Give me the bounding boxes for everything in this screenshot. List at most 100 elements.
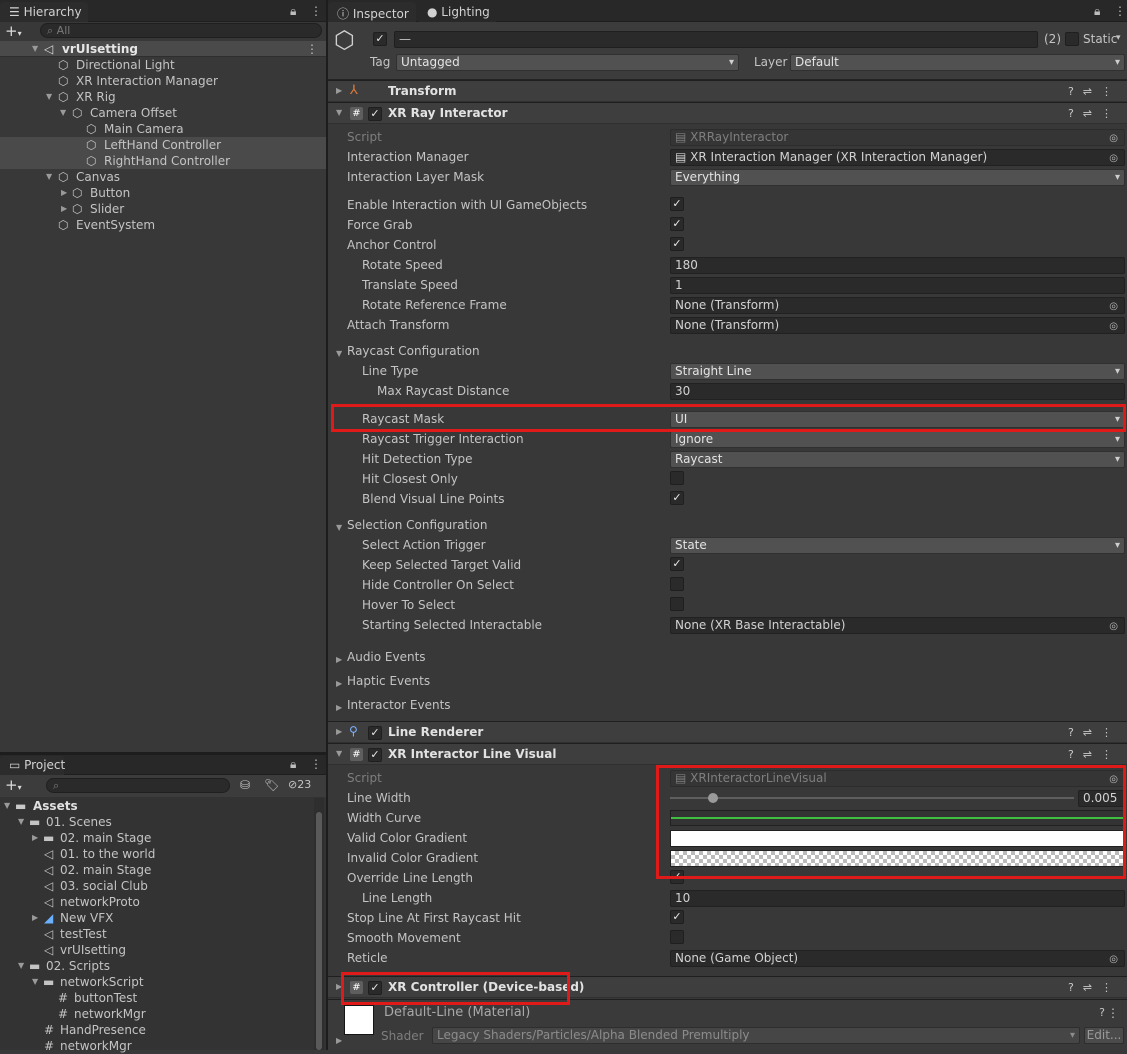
expand-icon[interactable]: ▼ <box>18 958 24 974</box>
section-foldout[interactable]: Raycast Configuration <box>347 344 480 358</box>
expand-icon[interactable]: ▼ <box>46 89 52 105</box>
scene-row[interactable]: ▼ ◁ vrUIsetting ⋮ <box>0 41 326 57</box>
hide-controller-checkbox[interactable] <box>670 577 684 591</box>
collapse-icon[interactable]: ▶ <box>32 830 38 846</box>
rotate-reference-frame-field[interactable]: None (Transform) ◎ <box>670 297 1125 314</box>
hierarchy-search-input[interactable]: ⌕ All <box>40 23 322 38</box>
edit-shader-button[interactable]: Edit... <box>1084 1027 1124 1044</box>
list-item[interactable]: ◁ 02. main Stage <box>0 862 314 878</box>
keep-selected-checkbox[interactable]: ✓ <box>670 557 684 571</box>
list-item[interactable]: ⬡ Directional Light <box>0 57 326 73</box>
expand-icon[interactable]: ▼ <box>336 108 342 117</box>
hit-closest-checkbox[interactable] <box>670 471 684 485</box>
transform-component-header[interactable]: ▶ ⅄ Transform ?⇌⋮ <box>328 80 1127 102</box>
collapse-icon[interactable]: ▶ <box>32 910 38 926</box>
list-item[interactable]: ▼ ▬ 02. Scripts <box>0 958 314 974</box>
list-item[interactable]: ◁ testTest <box>0 926 314 942</box>
object-active-checkbox[interactable]: ✓ <box>373 32 387 46</box>
component-enabled-checkbox[interactable]: ✓ <box>368 107 382 121</box>
shader-dropdown[interactable]: Legacy Shaders/Particles/Alpha Blended P… <box>432 1027 1080 1044</box>
tab-project[interactable]: ▭ Project <box>0 756 65 775</box>
enable-ui-checkbox[interactable]: ✓ <box>670 197 684 211</box>
add-icon[interactable]: +▾ <box>5 22 22 40</box>
collapse-icon[interactable]: ▶ <box>336 679 342 688</box>
more-icon[interactable]: ⋮ <box>1107 1006 1119 1020</box>
list-item[interactable]: ▶ ◢ New VFX <box>0 910 314 926</box>
component-icons[interactable]: ?⇌⋮ <box>1068 981 1121 994</box>
reticle-field[interactable]: None (Game Object) ◎ <box>670 950 1125 967</box>
line-renderer-component-header[interactable]: ▶ ⚲ ✓ Line Renderer ?⇌⋮ <box>328 721 1127 743</box>
tab-inspector[interactable]: ⓘ Inspector <box>328 2 416 22</box>
line-length-input[interactable]: 10 <box>670 890 1125 907</box>
interaction-manager-field[interactable]: ▤ XR Interaction Manager (XR Interaction… <box>670 149 1125 166</box>
rotate-speed-input[interactable]: 180 <box>670 257 1125 274</box>
object-name-field[interactable]: — <box>394 31 1038 48</box>
hidden-packages-icon[interactable]: ⊘23 <box>288 778 311 791</box>
collapse-icon[interactable]: ▶ <box>336 703 342 712</box>
attach-transform-field[interactable]: None (Transform) ◎ <box>670 317 1125 334</box>
scene-menu-icon[interactable]: ⋮ <box>306 41 318 57</box>
material-preview[interactable] <box>344 1005 374 1035</box>
component-enabled-checkbox[interactable]: ✓ <box>368 748 382 762</box>
object-picker-icon[interactable]: ◎ <box>1109 319 1118 334</box>
blend-line-checkbox[interactable]: ✓ <box>670 491 684 505</box>
list-item[interactable]: ▶ ▬ 02. main Stage <box>0 830 314 846</box>
list-item[interactable]: # networkMgr <box>0 1006 314 1022</box>
expand-icon[interactable]: ▼ <box>18 814 24 830</box>
list-item[interactable]: # networkMgr <box>0 1038 314 1054</box>
gameobject-cube-icon[interactable]: ⬡ <box>334 26 355 54</box>
script-field[interactable]: ▤ XRRayInteractor ◎ <box>670 129 1125 146</box>
list-item[interactable]: ◁ networkProto <box>0 894 314 910</box>
line-visual-component-header[interactable]: ▼ # ✓ XR Interactor Line Visual ?⇌⋮ <box>328 743 1127 765</box>
translate-speed-input[interactable]: 1 <box>670 277 1125 294</box>
object-picker-icon[interactable]: ◎ <box>1109 299 1118 314</box>
list-item[interactable]: ⬡ Main Camera <box>0 121 326 137</box>
component-icons[interactable]: ?⇌⋮ <box>1068 107 1121 120</box>
collapse-icon[interactable]: ▶ <box>336 727 342 736</box>
list-item[interactable]: # HandPresence <box>0 1022 314 1038</box>
static-dropdown-icon[interactable]: ▾ <box>1116 33 1121 43</box>
tag-icon[interactable]: 🏷︎ <box>264 778 279 792</box>
stop-line-checkbox[interactable]: ✓ <box>670 910 684 924</box>
hit-detection-dropdown[interactable]: Raycast <box>670 451 1125 468</box>
section-foldout[interactable]: Haptic Events <box>347 674 430 688</box>
object-picker-icon[interactable]: ◎ <box>1109 952 1118 967</box>
more-icon[interactable]: ⋮ <box>310 4 322 18</box>
object-picker-icon[interactable]: ◎ <box>1109 131 1118 146</box>
add-icon[interactable]: +▾ <box>5 776 22 794</box>
component-icons[interactable]: ?⇌⋮ <box>1068 85 1121 98</box>
filter-type-icon[interactable]: ⛁ <box>240 778 250 792</box>
panel-divider-horizontal[interactable] <box>0 752 326 755</box>
list-item[interactable]: ▼ ▬ 01. Scenes <box>0 814 314 830</box>
static-checkbox[interactable] <box>1065 32 1079 46</box>
section-foldout[interactable]: Audio Events <box>347 650 426 664</box>
lock-icon[interactable]: 🔒︎ <box>290 757 296 772</box>
list-item[interactable]: ▼ ▬ Assets <box>0 798 314 814</box>
collapse-icon[interactable]: ▶ <box>336 1036 342 1045</box>
list-item[interactable]: ⬡ RightHand Controller <box>0 153 326 169</box>
expand-icon[interactable]: ▼ <box>60 105 66 121</box>
expand-icon[interactable]: ▼ <box>336 749 342 758</box>
list-item[interactable]: ▶ ⬡ Slider <box>0 201 326 217</box>
list-item[interactable]: ▼ ⬡ Canvas <box>0 169 326 185</box>
object-picker-icon[interactable]: ◎ <box>1109 619 1118 634</box>
anchor-control-checkbox[interactable]: ✓ <box>670 237 684 251</box>
smooth-movement-checkbox[interactable] <box>670 930 684 944</box>
collapse-icon[interactable]: ▶ <box>336 655 342 664</box>
tag-dropdown[interactable]: Untagged <box>396 54 739 71</box>
list-item[interactable]: ▶ ⬡ Button <box>0 185 326 201</box>
hover-select-checkbox[interactable] <box>670 597 684 611</box>
lock-icon[interactable]: 🔒︎ <box>1094 4 1100 19</box>
list-item[interactable]: # buttonTest <box>0 990 314 1006</box>
more-icon[interactable]: ⋮ <box>310 757 322 771</box>
list-item[interactable]: ⬡ EventSystem <box>0 217 326 233</box>
force-grab-checkbox[interactable]: ✓ <box>670 217 684 231</box>
collapse-icon[interactable]: ▶ <box>336 86 342 95</box>
raycast-trigger-dropdown[interactable]: Ignore <box>670 431 1125 448</box>
list-item[interactable]: ◁ 03. social Club <box>0 878 314 894</box>
starting-selected-field[interactable]: None (XR Base Interactable) ◎ <box>670 617 1125 634</box>
collapse-icon[interactable]: ▶ <box>61 201 67 217</box>
list-item[interactable]: ⬡ LeftHand Controller <box>0 137 326 153</box>
expand-icon[interactable]: ▼ <box>336 349 342 358</box>
tab-lighting[interactable]: ● Lighting <box>418 2 496 22</box>
